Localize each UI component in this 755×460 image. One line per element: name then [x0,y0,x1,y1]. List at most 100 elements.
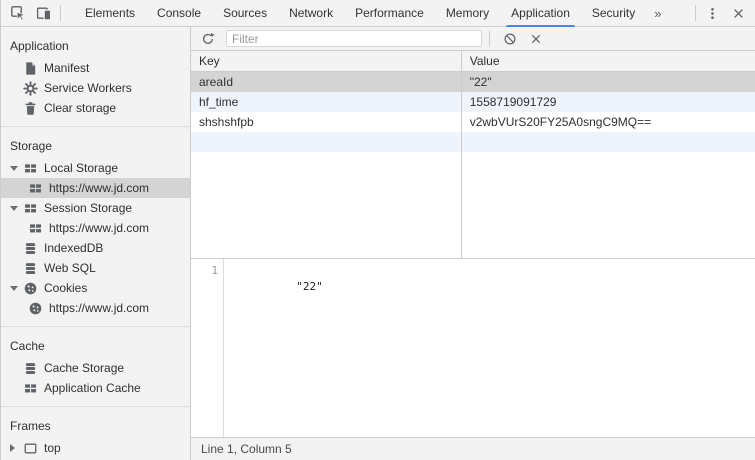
tab-network[interactable]: Network [278,0,344,27]
sidebar-item-label: Service Workers [44,81,132,95]
devtools-tabbar: Elements Console Sources Network Perform… [1,0,755,27]
application-sidebar: Application Manifest Service Workers Cle… [1,27,191,460]
sidebar-item-cookies-jd[interactable]: https://www.jd.com [1,298,190,318]
triangle-down-icon [10,166,18,171]
editor-statusbar: Line 1, Column 5 [191,437,755,460]
section-title-storage: Storage [1,133,190,158]
database-icon [23,261,38,276]
more-tabs-button[interactable]: » [646,6,669,21]
database-icon [23,241,38,256]
toolbar-divider [695,5,696,21]
sidebar-item-label: https://www.jd.com [49,181,149,195]
cell-value: v2wbVUrS20FY25A0sngC9MQ== [462,112,755,132]
ban-icon [503,32,517,46]
refresh-icon [201,32,215,46]
sidebar-item-indexeddb[interactable]: IndexedDB [1,238,190,258]
tab-application[interactable]: Application [500,0,581,27]
triangle-right-icon [10,444,15,452]
sidebar-item-label: Cookies [44,281,87,295]
close-icon [731,6,746,21]
tab-elements[interactable]: Elements [74,0,146,27]
grid-icon [28,181,43,196]
table-row[interactable]: shshshfpb v2wbVUrS20FY25A0sngC9MQ== [191,112,755,132]
sidebar-item-local-storage-jd[interactable]: https://www.jd.com [1,178,190,198]
sidebar-item-clear-storage[interactable]: Clear storage [1,98,190,118]
sidebar-section-application: Application Manifest Service Workers Cle… [1,27,190,126]
sidebar-item-label: Manifest [44,61,89,75]
sidebar-section-storage: Storage Local Storage https://www.jd.com… [1,126,190,326]
grid-icon [23,201,38,216]
tab-performance[interactable]: Performance [344,0,435,27]
tab-security[interactable]: Security [581,0,646,27]
value-preview-editor[interactable]: "22" [224,259,755,437]
sidebar-item-web-sql[interactable]: Web SQL [1,258,190,278]
sidebar-item-cache-storage[interactable]: Cache Storage [1,358,190,378]
file-icon [23,61,38,76]
sidebar-section-frames: Frames top [1,406,190,460]
tab-sources[interactable]: Sources [212,0,278,27]
kebab-menu-icon [705,6,720,21]
clear-all-button[interactable] [497,27,523,51]
filter-input[interactable] [226,30,482,47]
line-number: 1 [191,263,218,279]
sidebar-item-service-workers[interactable]: Service Workers [1,78,190,98]
cell-value: "22" [462,72,755,92]
sidebar-item-session-storage-jd[interactable]: https://www.jd.com [1,218,190,238]
cell-key: hf_time [191,92,462,112]
cell-key: areaId [191,72,462,92]
tab-console[interactable]: Console [146,0,212,27]
cookie-icon [23,281,38,296]
value-preview-pane: 1 "22" [191,258,755,437]
column-header-value[interactable]: Value [462,51,755,71]
cell-key: shshshfpb [191,112,462,132]
table-row[interactable]: hf_time 1558719091729 [191,92,755,112]
table-header-row: Key Value [191,51,755,72]
panel-tabs: Elements Console Sources Network Perform… [74,0,646,27]
sidebar-item-label: Cache Storage [44,361,124,375]
sidebar-item-label: https://www.jd.com [49,221,149,235]
storage-toolbar [191,27,755,51]
sidebar-item-label: Session Storage [44,201,132,215]
cell-value: 1558719091729 [462,92,755,112]
sidebar-item-label: Application Cache [44,381,141,395]
local-storage-panel: Key Value areaId "22" hf_time 1558719091… [191,27,755,460]
column-header-key[interactable]: Key [191,51,462,71]
sidebar-item-label: Local Storage [44,161,118,175]
triangle-down-icon [10,206,18,211]
cookie-icon [28,301,43,316]
sidebar-item-application-cache[interactable]: Application Cache [1,378,190,398]
devtools-window: Elements Console Sources Network Perform… [0,0,755,460]
section-title-frames: Frames [1,413,190,438]
line-number-gutter: 1 [191,259,224,437]
device-toolbar-button[interactable] [31,1,57,25]
sidebar-item-cookies[interactable]: Cookies [1,278,190,298]
sidebar-item-session-storage[interactable]: Session Storage [1,198,190,218]
table-filler-row[interactable] [191,132,755,152]
table-empty-area [191,152,755,258]
preview-value-text: "22" [296,280,323,293]
close-icon [529,32,543,46]
close-devtools-button[interactable] [725,1,751,25]
inspect-cursor-icon [10,5,26,21]
grid-icon [23,161,38,176]
table-row[interactable]: areaId "22" [191,72,755,92]
sidebar-item-label: top [44,441,61,455]
sidebar-item-label: IndexedDB [44,241,103,255]
toolbar-divider [60,5,61,21]
grid-icon [28,221,43,236]
section-title-cache: Cache [1,333,190,358]
delete-selected-button[interactable] [523,27,549,51]
devtools-menu-button[interactable] [699,1,725,25]
cursor-position-text: Line 1, Column 5 [201,442,292,456]
sidebar-item-label: Clear storage [44,101,116,115]
sidebar-section-cache: Cache Cache Storage Application Cache [1,326,190,406]
sidebar-item-frame-top[interactable]: top [1,438,190,458]
refresh-button[interactable] [195,27,221,51]
inspect-element-button[interactable] [5,1,31,25]
sidebar-item-local-storage[interactable]: Local Storage [1,158,190,178]
trash-icon [23,101,38,116]
sidebar-item-manifest[interactable]: Manifest [1,58,190,78]
device-toolbar-icon [36,5,52,21]
sidebar-item-label: https://www.jd.com [49,301,149,315]
tab-memory[interactable]: Memory [435,0,500,27]
